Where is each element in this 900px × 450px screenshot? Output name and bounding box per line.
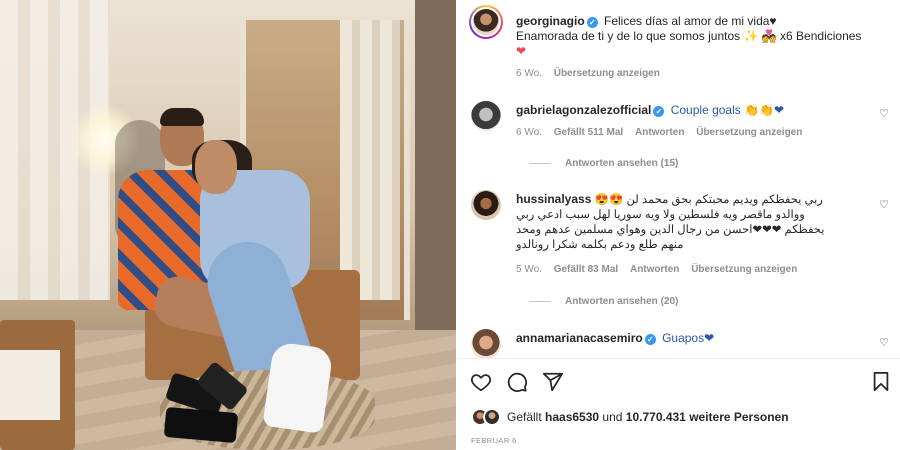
comment-age: 5 Wo. <box>516 264 542 275</box>
comment-text: Guapos❤ <box>662 331 715 345</box>
action-bar <box>457 362 900 402</box>
commenter-avatar[interactable] <box>471 329 501 358</box>
likes-prefix: Gefällt <box>507 410 542 424</box>
comment-meta: 6 Wo. Gefällt 511 Mal Antworten Übersetz… <box>516 127 811 138</box>
caption-emojis: ✨ 💑 <box>743 29 777 43</box>
comment-like-icon[interactable]: ♡ <box>878 108 890 120</box>
window-right <box>415 0 456 330</box>
curtain-right <box>340 20 400 300</box>
verified-icon: ✓ <box>644 334 656 345</box>
likes-count[interactable]: 10.770.431 weitere Personen <box>626 410 789 424</box>
reply-link[interactable]: Antworten <box>630 264 679 275</box>
view-replies-link[interactable]: Antworten ansehen (15) <box>529 158 678 169</box>
sneaker <box>262 341 334 434</box>
author-avatar[interactable] <box>469 5 503 39</box>
divider <box>457 358 900 359</box>
author-username[interactable]: georginagio <box>516 14 585 28</box>
liker-username[interactable]: haas6530 <box>545 410 599 424</box>
comment-icon[interactable] <box>505 370 529 394</box>
bookmark-icon[interactable] <box>869 370 893 394</box>
post-photo[interactable] <box>0 0 456 450</box>
likes-text: Gefällt haas6530 und 10.770.431 weitere … <box>507 410 789 424</box>
comment-likes[interactable]: Gefällt 511 Mal <box>554 127 623 138</box>
post-detail-panel: georginagio ✓ Felices días al amor de mi … <box>457 0 900 450</box>
caption-line-2: Enamorada de ti y de lo que somos juntos <box>516 29 741 43</box>
comment-text-line-2: ووالدو ماقصر ويه فلسطين ولا ويه سوريا له… <box>516 209 805 221</box>
translate-link[interactable]: Übersetzung anzeigen <box>691 264 797 275</box>
woman-head <box>195 140 237 194</box>
commenter-avatar[interactable] <box>471 101 501 131</box>
likes-summary: Gefällt haas6530 und 10.770.431 weitere … <box>471 406 789 428</box>
view-replies-link[interactable]: Antworten ansehen (20) <box>529 296 678 307</box>
likes-middle: und <box>602 410 623 424</box>
comment-likes[interactable]: Gefällt 83 Mal <box>554 264 618 275</box>
commenter-username[interactable]: annamarianacasemiro <box>516 331 643 345</box>
post-date: FEBRUAR 6 <box>471 436 517 445</box>
caption-heart: ❤ <box>516 44 527 58</box>
liker-avatar[interactable] <box>483 408 501 426</box>
commenter-avatar[interactable] <box>471 190 501 220</box>
comment-age: 6 Wo. <box>516 127 542 138</box>
heart-outline-icon[interactable] <box>469 370 493 394</box>
phone <box>163 406 239 444</box>
comment-text-line-1: ربي يحفظكم ويديم محبتكم بحق محمد لن 😍😍 <box>594 194 823 206</box>
verified-icon: ✓ <box>653 106 665 117</box>
comment: annamarianacasemiro ✓ Guapos❤ <box>516 331 870 346</box>
reply-link[interactable]: Antworten <box>635 127 684 138</box>
translate-link[interactable]: Übersetzung anzeigen <box>696 127 802 138</box>
comment-text-line-4: منهم طلع ودعم بكلمه شكرا رونالدو <box>516 239 684 251</box>
comment-like-icon[interactable]: ♡ <box>878 199 890 211</box>
caption-meta: 6 Wo. Übersetzung anzeigen <box>516 68 669 79</box>
caption-translate-link[interactable]: Übersetzung anzeigen <box>554 68 660 79</box>
comment-meta: 5 Wo. Gefällt 83 Mal Antworten Übersetzu… <box>516 264 806 275</box>
commenter-username[interactable]: hussinalyass <box>516 192 591 206</box>
chair-left <box>0 320 75 450</box>
comment-text-line-3: يحفظكم ❤❤❤احسن من رجال الدين وهواي مسلمي… <box>516 224 825 236</box>
paper-plane-icon[interactable] <box>541 370 565 394</box>
verified-icon: ✓ <box>586 17 598 28</box>
comment-text: Couple goals 👏👏❤ <box>670 103 785 117</box>
commenter-username[interactable]: gabrielagonzalezofficial <box>516 103 651 117</box>
caption-age: 6 Wo. <box>516 68 542 79</box>
caption-line-1: Felices días al amor de mi vida♥ <box>604 14 777 28</box>
comment: hussinalyass ربي يحفظكم ويديم محبتكم بحق… <box>516 192 870 253</box>
comment-like-icon[interactable]: ♡ <box>878 337 890 349</box>
caption-blessings: x6 Bendiciones <box>780 29 862 43</box>
chair-cushion <box>0 350 60 420</box>
comments-scroll[interactable]: georginagio ✓ Felices días al amor de mi … <box>457 0 900 358</box>
caption: georginagio ✓ Felices días al amor de mi … <box>516 14 870 59</box>
comment: gabrielagonzalezofficial ✓ Couple goals 👏… <box>516 103 870 118</box>
man-hair <box>160 108 204 126</box>
